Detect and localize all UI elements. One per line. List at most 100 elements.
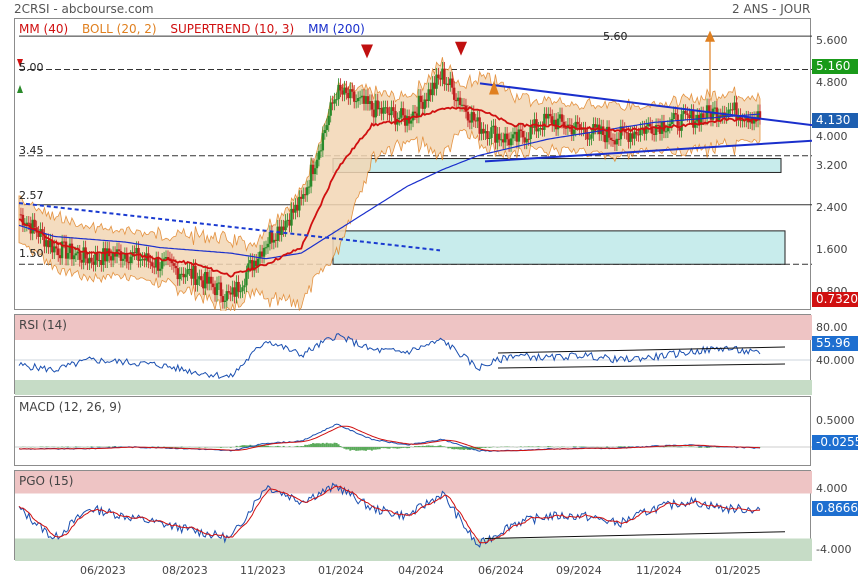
macd-histogram-bar <box>243 445 246 447</box>
candle-body <box>419 95 423 103</box>
candle-body <box>215 283 219 296</box>
price-legend: MM (40) BOLL (20, 2) SUPERTREND (10, 3) … <box>19 22 375 36</box>
macd-histogram-bar <box>447 447 450 449</box>
pgo-legend: PGO (15) <box>19 474 74 488</box>
macd-histogram-bar <box>417 445 420 447</box>
candle-body <box>588 138 591 140</box>
candle-body <box>356 98 360 102</box>
macd-histogram-bar <box>394 447 397 449</box>
macd-histogram-bar <box>363 447 366 451</box>
macd-histogram-bar <box>388 447 391 449</box>
macd-histogram-bar <box>708 447 711 448</box>
macd-histogram-bar <box>429 445 432 447</box>
macd-histogram-bar <box>294 446 297 447</box>
macd-histogram-bar <box>235 445 238 447</box>
macd-histogram-bar <box>380 447 383 449</box>
macd-histogram-bar <box>392 447 395 449</box>
candle-body <box>674 113 677 115</box>
macd-histogram-bar <box>378 447 381 450</box>
candle-body <box>586 133 589 140</box>
macd-histogram-bar <box>531 446 534 447</box>
macd-histogram-bar <box>461 447 464 450</box>
price-panel[interactable]: MM (40) BOLL (20, 2) SUPERTREND (10, 3) … <box>14 18 812 311</box>
macd-histogram-bar <box>706 447 709 448</box>
legend-supertrend: SUPERTREND (10, 3) <box>170 22 295 36</box>
candle-body <box>55 246 58 249</box>
pgo-low-zone <box>15 538 812 561</box>
macd-histogram-bar <box>386 447 389 449</box>
macd-histogram-bar <box>382 447 385 449</box>
rsi-trendline <box>497 363 786 369</box>
candle-body <box>335 99 338 101</box>
candle-body <box>490 127 493 138</box>
macd-histogram-bar <box>421 445 424 447</box>
candle-body <box>125 254 129 262</box>
macd-histogram-bar <box>319 443 322 447</box>
macd-histogram-bar <box>310 443 313 447</box>
candle-body <box>521 131 525 138</box>
macd-histogram-bar <box>431 445 434 447</box>
min-price-badge: 0.7320 <box>812 292 858 307</box>
pgo-tick: 4.000 <box>816 482 848 495</box>
macd-histogram-bar <box>355 447 358 451</box>
candle-body <box>321 133 325 151</box>
candle-body <box>305 187 309 196</box>
candle-body <box>505 133 509 140</box>
macd-histogram-bar <box>376 447 379 450</box>
macd-histogram-bar <box>484 447 487 448</box>
macd-histogram-bar <box>74 446 77 447</box>
macd-histogram-bar <box>370 447 373 451</box>
macd-histogram-bar <box>296 445 299 447</box>
macd-histogram-bar <box>423 445 426 447</box>
macd-histogram-bar <box>549 446 552 447</box>
candle-body <box>358 97 362 99</box>
candle-body <box>172 263 176 266</box>
pgo-panel[interactable]: PGO (15) <box>14 470 812 561</box>
candle-body <box>339 84 342 91</box>
macd-legend: MACD (12, 26, 9) <box>19 400 122 414</box>
current-price-badge: 4.130 <box>812 113 858 128</box>
level-label-257: 2.57 <box>19 189 44 202</box>
x-tick: 08/2023 <box>162 564 208 577</box>
macd-histogram-bar <box>308 444 311 447</box>
macd-histogram-bar <box>688 446 691 447</box>
price-tick: 3.200 <box>816 159 848 172</box>
candle-body <box>78 251 81 260</box>
macd-histogram-bar <box>519 446 522 447</box>
pgo-high-zone <box>15 471 812 494</box>
candle-body <box>452 87 456 100</box>
candle-body <box>511 134 515 139</box>
macd-histogram-bar <box>419 446 422 447</box>
macd-histogram-bar <box>453 447 456 450</box>
candle-body <box>556 118 560 130</box>
macd-panel[interactable]: MACD (12, 26, 9) <box>14 396 812 466</box>
candle-body <box>590 134 593 139</box>
macd-histogram-bar <box>329 443 332 447</box>
candle-body <box>323 130 327 134</box>
macd-histogram-bar <box>278 446 281 447</box>
macd-histogram-bar <box>90 446 93 447</box>
macd-histogram-bar <box>617 446 620 447</box>
candle-body <box>298 196 301 211</box>
macd-histogram-bar <box>402 447 405 448</box>
candle-body <box>66 252 70 259</box>
macd-histogram-bar <box>276 445 279 447</box>
oversold-zone <box>15 380 812 395</box>
macd-histogram-bar <box>347 447 350 450</box>
candle-body <box>517 129 521 142</box>
macd-histogram-bar <box>364 447 367 451</box>
macd-histogram-bar <box>268 446 271 447</box>
price-tick: 2.400 <box>816 201 848 214</box>
macd-histogram-bar <box>353 447 356 451</box>
macd-histogram-bar <box>547 446 550 447</box>
macd-histogram-bar <box>282 445 285 447</box>
macd-histogram-bar <box>315 443 318 447</box>
macd-histogram-bar <box>323 443 326 447</box>
rsi-line <box>18 333 761 380</box>
macd-histogram-bar <box>457 447 460 450</box>
rsi-panel[interactable]: RSI (14) <box>14 314 812 395</box>
macd-histogram-bar <box>368 447 371 450</box>
macd-histogram-bar <box>462 447 465 450</box>
macd-histogram-bar <box>408 447 411 449</box>
macd-histogram-bar <box>314 443 317 447</box>
